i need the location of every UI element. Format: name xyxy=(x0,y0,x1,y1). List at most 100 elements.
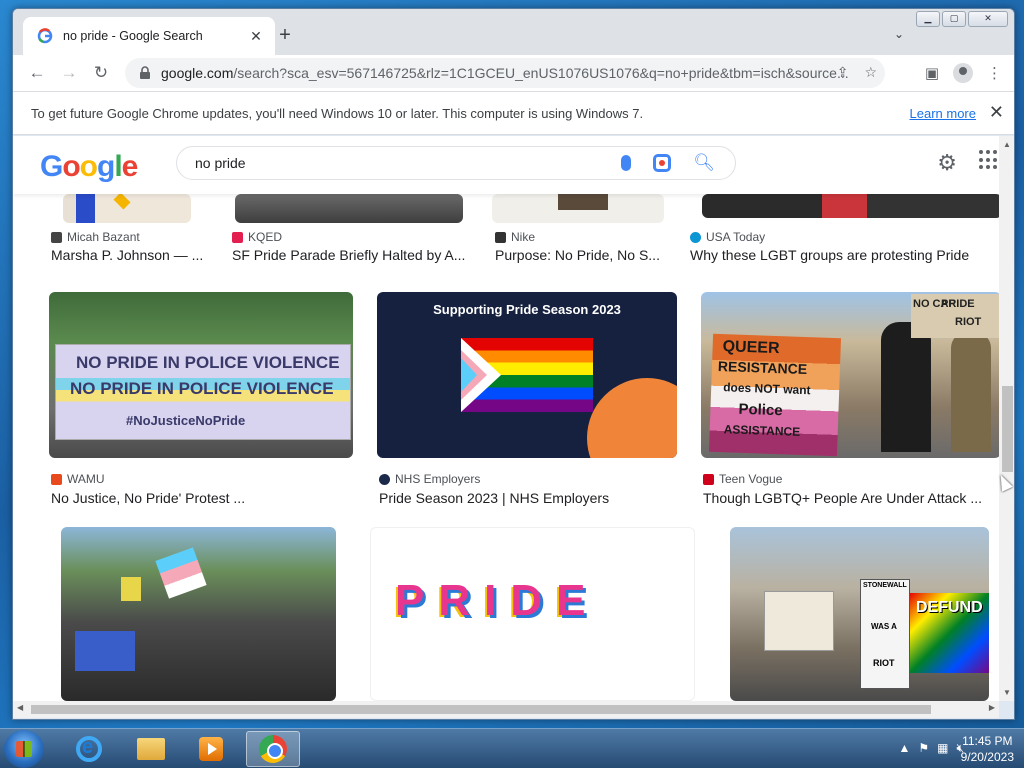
result-thumb-4[interactable] xyxy=(702,194,999,218)
side-panel-icon[interactable]: ▣ xyxy=(925,64,939,82)
scroll-up-icon[interactable]: ▲ xyxy=(1003,140,1011,149)
address-bar[interactable]: google.com/search?sca_esv=567146725&rlz=… xyxy=(125,58,885,88)
sign-text: ASSISTANCE xyxy=(723,422,801,439)
result-thumb-pride-doodle[interactable]: PRIDE xyxy=(370,527,695,701)
menu-kebab-icon[interactable]: ⋮ xyxy=(987,64,1002,82)
vertical-scrollbar[interactable]: ▲ ▼ xyxy=(999,136,1014,701)
result-source-2[interactable]: KQED xyxy=(232,230,282,244)
new-tab-icon[interactable]: + xyxy=(275,25,295,47)
share-icon[interactable]: ⇪ xyxy=(837,64,849,81)
result-caption-1[interactable]: Marsha P. Johnson — ... xyxy=(51,247,221,263)
bookmark-star-icon[interactable]: ☆ xyxy=(864,64,877,81)
clock-time: 11:45 PM xyxy=(962,734,1013,748)
url-text: google.com/search?sca_esv=567146725&rlz=… xyxy=(161,65,849,81)
search-results-page: Google 🔍︎ ⚙ Micah Bazant Marsha P xyxy=(13,136,999,701)
start-button[interactable] xyxy=(4,730,44,768)
google-apps-icon[interactable] xyxy=(979,150,999,170)
sign-text: does NOT want xyxy=(722,380,811,398)
result-thumb-2[interactable] xyxy=(235,194,463,223)
result-source-wamu[interactable]: WAMU xyxy=(51,472,105,486)
result-source-1[interactable]: Micah Bazant xyxy=(51,230,140,244)
search-box[interactable]: 🔍︎ xyxy=(176,146,736,180)
horizontal-scrollbar[interactable]: ◀ ▶ xyxy=(13,701,999,718)
source-favicon-icon xyxy=(51,473,62,485)
chrome-window: no pride - Google Search ✕ + ⌄ ▁ ▢ ✕ ← →… xyxy=(12,8,1015,720)
result-caption-3[interactable]: Purpose: No Pride, No S... xyxy=(495,247,665,263)
result-source-teenvogue[interactable]: Teen Vogue xyxy=(703,472,782,486)
sign-text: STONEWALL xyxy=(863,582,907,589)
action-center-flag-icon[interactable]: ⚑ xyxy=(918,741,929,756)
settings-gear-icon[interactable]: ⚙ xyxy=(937,150,957,176)
result-thumb-3[interactable] xyxy=(492,194,664,223)
result-thumb-march[interactable] xyxy=(61,527,336,701)
result-thumb-1[interactable] xyxy=(63,194,191,223)
taskbar-media-player[interactable] xyxy=(184,731,238,767)
scroll-right-icon[interactable]: ▶ xyxy=(989,703,995,712)
result-source-4[interactable]: USA Today xyxy=(690,230,765,244)
infobar-message: To get future Google Chrome updates, you… xyxy=(31,105,644,121)
back-icon[interactable]: ← xyxy=(21,57,53,89)
google-favicon-icon xyxy=(37,28,53,44)
result-thumb-teenvogue[interactable]: QUEER RESISTANCE does NOT want Police AS… xyxy=(701,292,999,458)
vertical-scroll-thumb[interactable] xyxy=(1002,386,1013,472)
taskbar-chrome[interactable] xyxy=(246,731,300,767)
source-favicon-icon xyxy=(51,231,62,243)
learn-more-link[interactable]: Learn more xyxy=(910,106,976,121)
forward-icon[interactable]: → xyxy=(53,57,85,89)
search-input[interactable] xyxy=(195,155,622,171)
result-caption-4[interactable]: Why these LGBT groups are protesting Pri… xyxy=(690,247,990,263)
show-hidden-icons-icon[interactable]: ▲ xyxy=(898,741,910,756)
sign-text: RESISTANCE xyxy=(717,357,808,378)
tab-google-search[interactable]: no pride - Google Search ✕ xyxy=(23,17,275,55)
sign-text: PRIDE xyxy=(941,298,975,310)
system-clock[interactable]: 11:45 PM 9/20/2023 xyxy=(961,733,1014,765)
nhs-banner-text: Supporting Pride Season 2023 xyxy=(433,302,621,317)
google-logo[interactable]: Google xyxy=(40,150,138,184)
result-source-nhs[interactable]: NHS Employers xyxy=(379,472,480,486)
browser-toolbar: ← → ↻ google.com/search?sca_esv=56714672… xyxy=(13,55,1014,91)
google-header: Google 🔍︎ ⚙ xyxy=(13,136,999,194)
network-icon[interactable]: ▦ xyxy=(937,741,948,756)
microphone-icon[interactable] xyxy=(621,155,632,171)
banner-text: NO PRIDE IN POLICE VIOLENCE xyxy=(70,379,334,398)
result-thumb-stonewall[interactable]: STONEWALL WAS A RIOT DEFUND xyxy=(730,527,989,701)
folder-icon xyxy=(137,738,165,760)
internet-explorer-icon xyxy=(76,736,102,762)
tab-close-icon[interactable]: ✕ xyxy=(247,28,265,45)
scroll-down-icon[interactable]: ▼ xyxy=(1003,688,1011,697)
google-lens-icon[interactable] xyxy=(653,154,672,172)
close-window-icon[interactable]: ✕ xyxy=(968,11,1008,27)
sign-text: Police xyxy=(738,400,783,420)
result-caption-nhs[interactable]: Pride Season 2023 | NHS Employers xyxy=(379,490,679,506)
profile-avatar-icon[interactable] xyxy=(953,63,973,83)
result-caption-teenvogue[interactable]: Though LGBTQ+ People Are Under Attack ..… xyxy=(703,490,989,506)
sign-text: RIOT xyxy=(873,658,895,668)
sign-text: DEFUND xyxy=(916,599,983,616)
source-favicon-icon xyxy=(232,231,243,243)
sign-text: QUEER xyxy=(722,338,780,358)
system-tray: ▲ ⚑ ▦ 🔇︎ xyxy=(898,741,964,756)
windows-taskbar: ▲ ⚑ ▦ 🔇︎ 11:45 PM 9/20/2023 xyxy=(0,728,1024,768)
result-caption-2[interactable]: SF Pride Parade Briefly Halted by A... xyxy=(232,247,468,263)
minimize-icon[interactable]: ▁ xyxy=(916,11,940,27)
result-caption-wamu[interactable]: No Justice, No Pride' Protest ... xyxy=(51,490,351,506)
result-source-3[interactable]: Nike xyxy=(495,230,535,244)
pride-doodle-text: PRIDE xyxy=(395,576,600,625)
reload-icon[interactable]: ↻ xyxy=(85,57,117,89)
result-thumb-nhs[interactable]: Supporting Pride Season 2023 xyxy=(377,292,677,458)
result-thumb-wamu[interactable]: NO PRIDE IN POLICE VIOLENCE NO PRIDE IN … xyxy=(49,292,353,458)
taskbar-explorer[interactable] xyxy=(124,731,178,767)
lock-icon xyxy=(140,66,150,79)
search-icon[interactable]: 🔍︎ xyxy=(693,153,715,173)
tab-search-chevron-icon[interactable]: ⌄ xyxy=(894,27,904,41)
taskbar-ie[interactable] xyxy=(62,731,116,767)
chrome-icon xyxy=(259,735,287,763)
banner-text: NO PRIDE IN POLICE VIOLENCE xyxy=(76,353,340,372)
infobar-close-icon[interactable]: ✕ xyxy=(989,102,1004,123)
maximize-icon[interactable]: ▢ xyxy=(942,11,966,27)
scroll-left-icon[interactable]: ◀ xyxy=(17,703,23,712)
source-favicon-icon xyxy=(690,231,701,243)
horizontal-scroll-thumb[interactable] xyxy=(31,705,931,714)
sign-text: RIOT xyxy=(955,316,982,328)
tab-strip: no pride - Google Search ✕ + ⌄ ▁ ▢ ✕ xyxy=(13,9,1014,55)
